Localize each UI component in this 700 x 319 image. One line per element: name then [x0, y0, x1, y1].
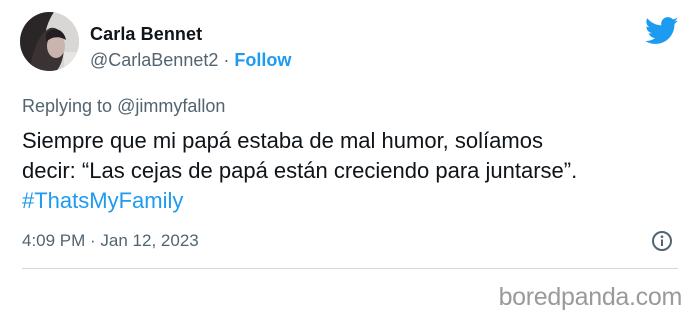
info-icon[interactable] [651, 230, 673, 252]
tweet-text-line: decir: “Las cejas de papá están creciend… [22, 158, 578, 183]
watermark: boredpanda.com [498, 283, 683, 311]
follow-button[interactable]: Follow [234, 50, 291, 70]
display-name[interactable]: Carla Bennet [90, 24, 202, 45]
tweet-timestamp[interactable]: 4:09 PM · Jan 12, 2023 [22, 231, 199, 251]
hashtag-link[interactable]: #ThatsMyFamily [22, 186, 682, 216]
reply-prefix: Replying to [22, 96, 118, 116]
avatar-image [20, 12, 79, 71]
twitter-bird-icon[interactable] [645, 17, 679, 45]
handle-row: @CarlaBennet2 · Follow [90, 50, 291, 71]
avatar[interactable] [20, 12, 79, 71]
replying-to: Replying to @jimmyfallon [22, 96, 225, 117]
tweet-card[interactable]: Carla Bennet @CarlaBennet2 · Follow Repl… [0, 0, 700, 282]
tweet-text: Siempre que mi papá estaba de mal humor,… [22, 126, 682, 216]
user-handle[interactable]: @CarlaBennet2 [90, 50, 218, 70]
tweet-text-line: Siempre que mi papá estaba de mal humor,… [22, 128, 543, 153]
divider [22, 268, 678, 269]
reply-mention-link[interactable]: @jimmyfallon [117, 96, 225, 116]
page: Carla Bennet @CarlaBennet2 · Follow Repl… [0, 0, 700, 319]
handle-separator: · [218, 50, 235, 70]
